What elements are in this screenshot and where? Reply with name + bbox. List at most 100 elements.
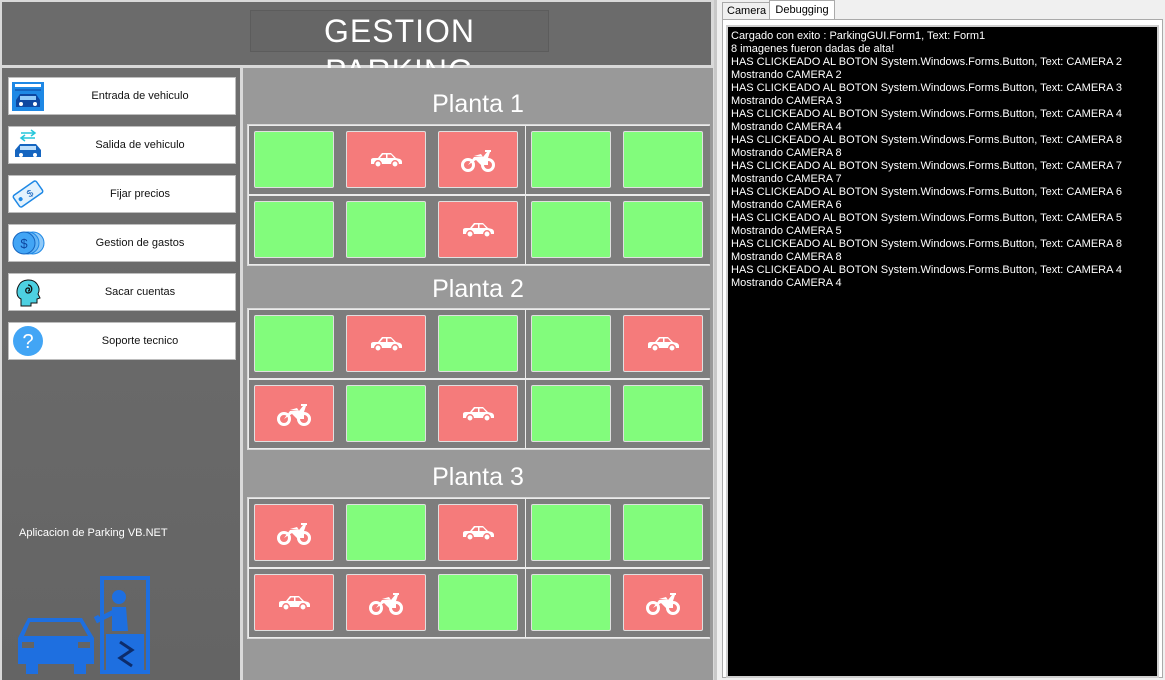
parking-slot-free[interactable] (530, 201, 611, 258)
parking-cell (249, 310, 341, 378)
parking-attendant-logo (18, 576, 150, 674)
parking-cell (525, 126, 618, 194)
parking-cell (617, 499, 710, 567)
console-line: HAS CLICKEADO AL BOTON System.Windows.Fo… (731, 186, 1123, 198)
parking-cell (617, 380, 710, 448)
parking-slot-free[interactable] (438, 315, 519, 372)
parking-slot-free[interactable] (530, 315, 611, 372)
console-line: Mostrando CAMERA 5 (731, 225, 842, 237)
planta-title: Planta 2 (432, 275, 524, 303)
entrada-vehiculo-button[interactable]: Entrada de vehiculo (8, 77, 236, 115)
sacar-cuentas-label: Sacar cuentas (104, 286, 176, 298)
console-line: Cargado con exito : ParkingGUI.Form1, Te… (731, 30, 986, 42)
console-line: HAS CLICKEADO AL BOTON System.Windows.Fo… (731, 160, 1123, 172)
main-panel: GESTION PARKING Entrada de vehiculo Sal (0, 0, 720, 680)
parking-slot-free[interactable] (254, 201, 334, 258)
console-line: HAS CLICKEADO AL BOTON System.Windows.Fo… (731, 212, 1123, 224)
console-line: HAS CLICKEADO AL BOTON System.Windows.Fo… (731, 134, 1123, 146)
car-exit-arrows-icon (15, 129, 41, 157)
console-line: Mostrando CAMERA 8 (731, 147, 842, 159)
parking-cell (525, 569, 618, 637)
parking-cell (249, 126, 341, 194)
sacar-cuentas-button[interactable]: Sacar cuentas (8, 273, 236, 311)
parking-cell (525, 499, 618, 567)
tab-debugging[interactable]: Debugging (769, 0, 835, 20)
parking-slot-occupied[interactable] (622, 574, 703, 631)
svg-text:$: $ (20, 236, 28, 251)
parking-cell (525, 380, 618, 448)
parking-cell (249, 499, 341, 567)
parking-cell (433, 126, 526, 194)
planta-title: Planta 3 (432, 463, 524, 491)
garage-car-icon (12, 82, 44, 111)
debug-console[interactable]: Cargado con exito : ParkingGUI.Form1, Te… (726, 25, 1159, 678)
parking-slot-free[interactable] (530, 385, 611, 442)
console-line: HAS CLICKEADO AL BOTON System.Windows.Fo… (731, 108, 1123, 120)
parking-slot-free[interactable] (346, 201, 427, 258)
tab-camera[interactable]: Camera (722, 2, 772, 19)
parking-cell (341, 310, 434, 378)
parking-slot-free[interactable] (254, 315, 334, 372)
console-line: Mostrando CAMERA 8 (731, 251, 842, 263)
parking-slot-free[interactable] (530, 131, 611, 188)
parking-cell (341, 499, 434, 567)
parking-slot-occupied[interactable] (346, 315, 427, 372)
parking-slot-free[interactable] (438, 574, 519, 631)
fijar-precios-button[interactable]: $ Fijar precios (8, 175, 236, 213)
parking-slot-free[interactable] (622, 201, 703, 258)
price-tag-icon: $ (12, 180, 44, 208)
parking-slot-free[interactable] (530, 504, 611, 561)
parking-slot-free[interactable] (346, 504, 427, 561)
parking-slot-free[interactable] (254, 131, 334, 188)
page-title: GESTION PARKING (250, 10, 549, 89)
parking-slot-occupied[interactable] (346, 131, 427, 188)
parking-slot-occupied[interactable] (346, 574, 427, 631)
parking-floor-grid (247, 124, 710, 266)
console-line: Mostrando CAMERA 3 (731, 95, 842, 107)
parking-slot-occupied[interactable] (438, 385, 519, 442)
sidebar: Entrada de vehiculo Salida de vehiculo $… (2, 68, 240, 680)
console-line: HAS CLICKEADO AL BOTON System.Windows.Fo… (731, 56, 1123, 68)
parking-slot-occupied[interactable] (622, 315, 703, 372)
parking-slot-occupied[interactable] (254, 385, 334, 442)
fijar-precios-label: Fijar precios (110, 188, 170, 200)
console-line: HAS CLICKEADO AL BOTON System.Windows.Fo… (731, 238, 1123, 250)
parking-cell (525, 196, 618, 264)
parking-slot-occupied[interactable] (438, 504, 519, 561)
help-question-icon: ? (13, 326, 43, 356)
parking-slot-occupied[interactable] (254, 504, 334, 561)
soporte-tecnico-button[interactable]: ? Soporte tecnico (8, 322, 236, 360)
parking-cell (249, 196, 341, 264)
parking-cell (617, 569, 710, 637)
parking-slot-free[interactable] (530, 574, 611, 631)
parking-slot-free[interactable] (622, 504, 703, 561)
head-thinking-icon (16, 279, 41, 307)
parking-slot-free[interactable] (622, 385, 703, 442)
app-label: Aplicacion de Parking VB.NET (19, 527, 168, 539)
console-line: 8 imagenes fueron dadas de alta! (731, 43, 895, 55)
parking-slot-occupied[interactable] (438, 201, 519, 258)
parking-cell (433, 499, 526, 567)
console-line: HAS CLICKEADO AL BOTON System.Windows.Fo… (731, 82, 1123, 94)
salida-vehiculo-button[interactable]: Salida de vehiculo (8, 126, 236, 164)
svg-text:?: ? (22, 331, 33, 353)
parking-cell (341, 196, 434, 264)
salida-vehiculo-label: Salida de vehiculo (95, 139, 185, 151)
gestion-gastos-button[interactable]: $ Gestion de gastos (8, 224, 236, 262)
console-line: HAS CLICKEADO AL BOTON System.Windows.Fo… (731, 264, 1123, 276)
parking-cell (617, 126, 710, 194)
parking-slot-occupied[interactable] (254, 574, 334, 631)
console-line: Mostrando CAMERA 7 (731, 173, 842, 185)
parking-cell (525, 310, 618, 378)
parking-slot-free[interactable] (346, 385, 427, 442)
parking-cell (433, 380, 526, 448)
console-line: Mostrando CAMERA 6 (731, 199, 842, 211)
parking-cell (433, 196, 526, 264)
parking-cell (341, 380, 434, 448)
parking-slot-occupied[interactable] (438, 131, 519, 188)
parking-slot-free[interactable] (622, 131, 703, 188)
console-line: Mostrando CAMERA 2 (731, 69, 842, 81)
parking-cell (617, 196, 710, 264)
parking-cell (249, 569, 341, 637)
entrada-vehiculo-label: Entrada de vehiculo (91, 90, 189, 102)
